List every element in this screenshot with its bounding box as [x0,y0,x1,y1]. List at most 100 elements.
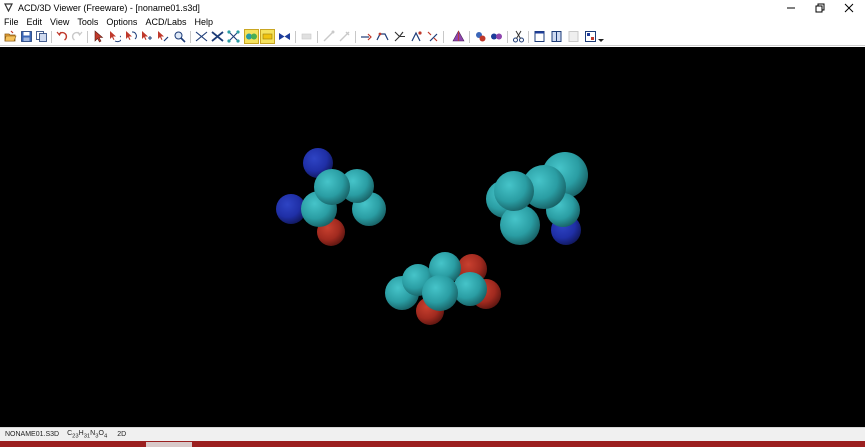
select-button[interactable] [91,29,106,44]
ball-stick-icon [227,30,240,43]
dots-icon [262,33,273,40]
atom-carbon [494,171,534,211]
split-window-button[interactable] [549,29,564,44]
open-button[interactable] [3,29,18,44]
molecule-viewport[interactable] [0,47,865,427]
sticks-icon [211,31,224,42]
toolbar-separator [190,31,191,43]
close-icon [844,3,854,12]
bond-button[interactable] [359,29,374,44]
distance-button[interactable] [321,29,336,44]
move-3d-icon [158,31,169,42]
rotate-3d-icon [126,31,137,40]
menu-help[interactable]: Help [190,17,217,27]
close-button[interactable] [834,0,864,15]
restore-button[interactable] [805,0,835,15]
measure-button[interactable] [299,29,314,44]
rotate-icon [110,31,121,43]
toolbar-separator [317,31,318,43]
save-icon [21,31,32,42]
molecule-1[interactable] [276,148,386,246]
menu-tools[interactable]: Tools [73,17,102,27]
angle-icon [339,31,350,42]
window-title: ACD/3D Viewer (Freeware) - [noname01.s3d… [18,2,200,13]
toolbar-separator [507,31,508,43]
atom-carbon [453,272,487,306]
zoom-button[interactable] [172,29,187,44]
menu-bar: File Edit View Tools Options ACD/Labs He… [0,15,865,28]
pyramid-button[interactable] [451,29,466,44]
torsion-icon [376,32,389,41]
spacefill-icon [246,33,257,40]
stereo-button[interactable] [392,29,407,44]
dots-button[interactable] [260,29,275,44]
redo-button[interactable] [70,29,85,44]
color-atoms-button[interactable] [473,29,488,44]
scroll-thumb[interactable] [146,442,192,447]
window-button[interactable] [532,29,547,44]
rotate-3d-button[interactable] [123,29,138,44]
sticks-button[interactable] [210,29,225,44]
split-window-icon [551,31,562,42]
copy-button[interactable] [34,29,49,44]
formula-part: 4 [103,433,108,440]
undo-button[interactable] [54,29,69,44]
copy-icon [36,31,47,42]
ribbon-button[interactable] [277,29,292,44]
title-bar: ACD/3D Viewer (Freeware) - [noname01.s3d… [0,0,865,15]
angle-button[interactable] [337,29,352,44]
toolbar-overflow-button[interactable] [596,29,606,44]
zoom-icon [174,31,186,43]
status-formula: C23H31N3O4 [67,430,107,439]
tile-icon [568,31,579,42]
optimize-button[interactable] [425,29,440,44]
color-molecules-button[interactable] [489,29,504,44]
acd-3d-viewer-icon [3,3,13,13]
save-button[interactable] [19,29,34,44]
status-filename: NONAME01.S3D [5,431,60,438]
tile-button[interactable] [566,29,581,44]
menu-options[interactable]: Options [102,17,141,27]
menu-view[interactable]: View [46,17,73,27]
labels-button[interactable] [409,29,424,44]
cut-icon [513,30,524,43]
wireframe-button[interactable] [194,29,209,44]
menu-acdlabs[interactable]: ACD/Labs [141,17,190,27]
torsion-button[interactable] [375,29,390,44]
toolbar [0,28,865,46]
toolbar-separator [87,31,88,43]
rotate-button[interactable] [107,29,122,44]
atom-carbon [500,205,540,245]
labels-icon [411,31,422,42]
bond-icon [361,33,372,41]
move-3d-button[interactable] [155,29,170,44]
ribbon-icon [279,33,290,40]
color-atoms-icon [476,32,486,42]
optimize-icon [427,31,438,42]
minimize-button[interactable] [776,0,806,15]
status-mode: 2D [117,431,127,438]
ball-stick-button[interactable] [226,29,241,44]
status-bar: NONAME01.S3D C23H31N3O4 2D [0,427,865,441]
window-icon [534,31,545,42]
molecule-canvas [276,148,588,325]
bottom-strip [0,441,865,447]
redo-icon [71,31,83,41]
molecule-3[interactable] [385,252,501,325]
toolbar-separator [355,31,356,43]
undo-icon [56,31,68,41]
minimize-icon [787,7,795,8]
menu-edit[interactable]: Edit [23,17,47,27]
measure-disabled-icon [301,33,312,40]
move-button[interactable] [139,29,154,44]
spacefill-button[interactable] [244,29,259,44]
toolbar-separator [295,31,296,43]
cut-button[interactable] [511,29,526,44]
toolbar-separator [469,31,470,43]
menu-file[interactable]: File [0,17,23,27]
molecule-2[interactable] [486,152,588,245]
atom-carbon [314,169,350,205]
move-icon [142,31,152,40]
distance-icon [323,30,335,42]
select-icon [94,30,104,43]
